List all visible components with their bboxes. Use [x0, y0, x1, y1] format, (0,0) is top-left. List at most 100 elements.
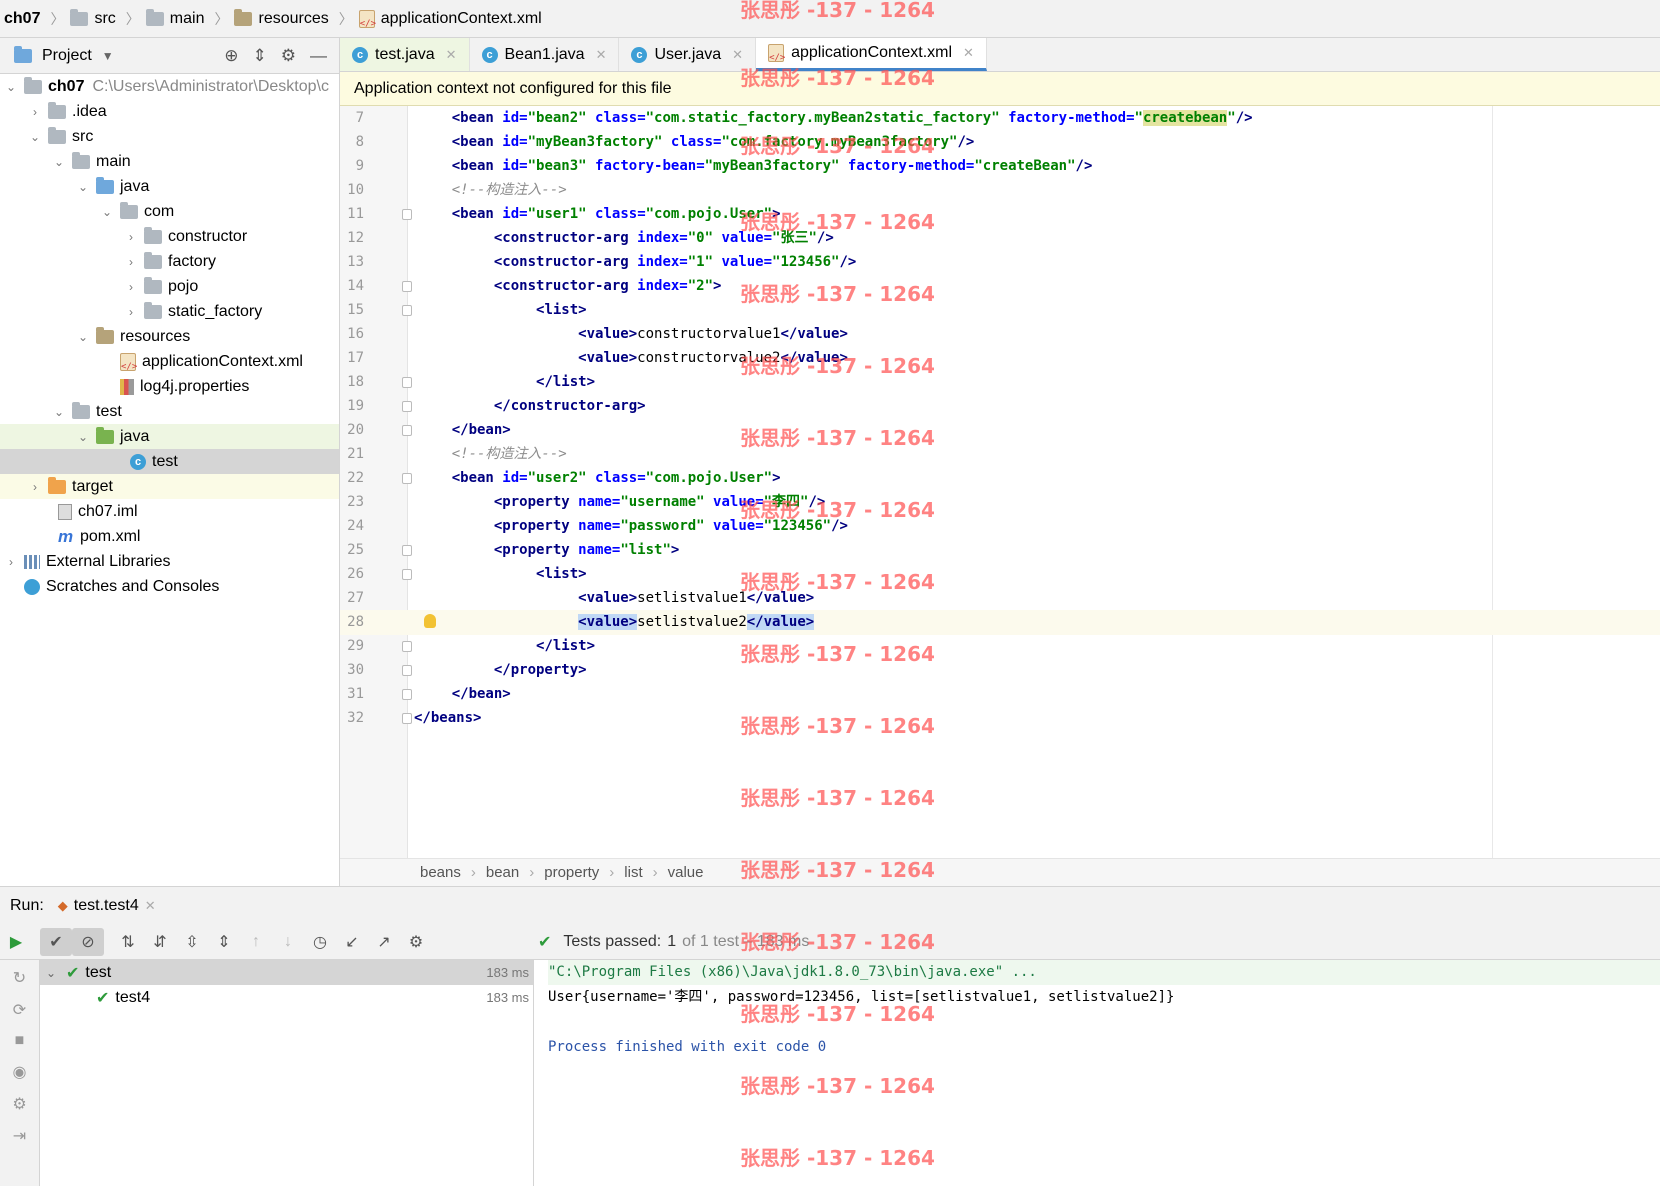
camera-icon[interactable]: ◉ — [13, 1062, 27, 1082]
breadcrumb-item-main[interactable]: main 〉 — [145, 8, 228, 29]
tree-item-ch07[interactable]: ⌄ ch07 C:\Users\Administrator\Desktop\c — [0, 74, 339, 99]
export-tests-icon[interactable]: ↗ — [368, 928, 400, 956]
exit-icon[interactable]: ⇥ — [13, 1126, 26, 1146]
chevron-right-icon[interactable]: › — [124, 255, 138, 269]
fold-icon[interactable] — [402, 401, 412, 412]
fold-icon[interactable] — [402, 281, 412, 292]
next-test-icon[interactable]: ↓ — [272, 928, 304, 956]
close-icon[interactable]: ✕ — [596, 47, 607, 63]
tree-item-log4j[interactable]: log4j.properties — [0, 374, 339, 399]
stop-icon[interactable]: ■ — [15, 1032, 25, 1050]
locate-icon[interactable]: ⊕ — [224, 46, 238, 66]
console-output[interactable]: "C:\Program Files (x86)\Java\jdk1.8.0_73… — [534, 960, 1660, 1186]
fold-icon[interactable] — [402, 473, 412, 484]
chevron-down-icon[interactable]: ⌄ — [52, 155, 66, 169]
chevron-down-icon[interactable]: ⌄ — [76, 180, 90, 194]
collapse-all-icon[interactable]: ⇕ — [208, 928, 240, 956]
tree-item-pom[interactable]: m pom.xml — [0, 524, 339, 549]
code-editor[interactable]: 7 <bean id="bean2" class="com.static_fac… — [340, 106, 1660, 858]
chevron-right-icon[interactable]: › — [28, 480, 42, 494]
structure-crumb[interactable]: beans — [420, 864, 461, 881]
structure-crumb[interactable]: value — [668, 864, 704, 881]
chevron-down-icon[interactable]: ⌄ — [4, 80, 18, 94]
tree-item-test-java[interactable]: ⌄ java — [0, 424, 339, 449]
show-passed-icon[interactable]: ✔ — [40, 927, 72, 956]
fold-icon[interactable] — [402, 209, 412, 220]
close-icon[interactable]: ✕ — [446, 47, 457, 63]
gear-icon[interactable]: ⚙ — [281, 46, 296, 66]
minimize-icon[interactable]: — — [310, 46, 327, 66]
fold-icon[interactable] — [402, 305, 412, 316]
tree-item-iml[interactable]: ch07.iml — [0, 499, 339, 524]
close-icon[interactable]: ✕ — [963, 45, 974, 61]
fold-icon[interactable] — [402, 689, 412, 700]
fold-icon[interactable] — [402, 569, 412, 580]
tree-item-com[interactable]: ⌄ com — [0, 199, 339, 224]
toggle-auto-test-icon[interactable]: ⟳ — [13, 1000, 26, 1020]
tree-item-test-class[interactable]: c test — [0, 449, 339, 474]
history-icon[interactable]: ◷ — [304, 928, 336, 956]
show-ignored-icon[interactable]: ⊘ — [72, 927, 104, 956]
breadcrumb-item-resources[interactable]: resources 〉 — [234, 8, 353, 29]
test-suite-row[interactable]: ⌄ ✔ test 183 ms — [40, 960, 533, 985]
tree-item-java[interactable]: ⌄ java — [0, 174, 339, 199]
tree-item-external-libraries[interactable]: › External Libraries — [0, 549, 339, 574]
tree-item-test[interactable]: ⌄ test — [0, 399, 339, 424]
chevron-down-icon[interactable]: ⌄ — [76, 330, 90, 344]
structure-crumb[interactable]: list — [624, 864, 642, 881]
rerun-failed-icon[interactable]: ↻ — [13, 968, 26, 988]
tab-applicationcontext-xml[interactable]: applicationContext.xml ✕ — [756, 38, 987, 71]
chevron-right-icon[interactable]: › — [4, 555, 18, 569]
chevron-right-icon[interactable]: › — [124, 305, 138, 319]
rerun-icon[interactable]: ▶ — [0, 928, 32, 956]
fold-icon[interactable] — [402, 665, 412, 676]
chevron-right-icon[interactable]: › — [124, 280, 138, 294]
structure-crumb[interactable]: bean — [486, 864, 519, 881]
settings-icon[interactable]: ⚙ — [12, 1094, 26, 1114]
tree-item-target[interactable]: › target — [0, 474, 339, 499]
tree-item-pojo[interactable]: › pojo — [0, 274, 339, 299]
chevron-down-icon[interactable]: ⌄ — [100, 205, 114, 219]
chevron-down-icon[interactable]: ⌄ — [52, 405, 66, 419]
sort-alphabetically-icon[interactable]: ⇅ — [112, 928, 144, 956]
tab-user-java[interactable]: c User.java ✕ — [619, 38, 757, 71]
run-tab[interactable]: ◆ test.test4 ✕ — [58, 897, 156, 915]
fold-icon[interactable] — [402, 425, 412, 436]
chevron-down-icon[interactable]: ⌄ — [28, 130, 42, 144]
close-icon[interactable]: ✕ — [732, 47, 743, 63]
gear-icon[interactable]: ⚙ — [400, 928, 432, 956]
collapse-all-icon[interactable]: ⇕ — [253, 46, 267, 66]
sort-by-duration-icon[interactable]: ⇵ — [144, 928, 176, 956]
import-tests-icon[interactable]: ↙ — [336, 928, 368, 956]
test-case-row[interactable]: ✔ test4 183 ms — [40, 985, 533, 1010]
tree-item-applicationcontext[interactable]: applicationContext.xml — [0, 349, 339, 374]
breadcrumb-item-file[interactable]: applicationContext.xml — [358, 9, 542, 29]
chevron-right-icon[interactable]: › — [124, 230, 138, 244]
tree-item-resources[interactable]: ⌄ resources — [0, 324, 339, 349]
fold-icon[interactable] — [402, 641, 412, 652]
folder-icon — [48, 101, 66, 119]
fold-icon[interactable] — [402, 545, 412, 556]
project-title[interactable]: Project — [42, 47, 92, 65]
structure-crumb[interactable]: property — [544, 864, 599, 881]
tree-item-static-factory[interactable]: › static_factory — [0, 299, 339, 324]
tree-item-constructor[interactable]: › constructor — [0, 224, 339, 249]
breadcrumb-item-src[interactable]: src 〉 — [70, 8, 140, 29]
previous-test-icon[interactable]: ↑ — [240, 928, 272, 956]
tree-item-main[interactable]: ⌄ main — [0, 149, 339, 174]
tree-item-src[interactable]: ⌄ src — [0, 124, 339, 149]
chevron-down-icon[interactable]: ⌄ — [46, 966, 66, 980]
expand-all-icon[interactable]: ⇳ — [176, 928, 208, 956]
tab-test-java[interactable]: c test.java ✕ — [340, 38, 470, 71]
tree-item-scratches[interactable]: Scratches and Consoles — [0, 574, 339, 599]
chevron-right-icon[interactable]: › — [28, 105, 42, 119]
tab-bean1-java[interactable]: c Bean1.java ✕ — [470, 38, 620, 71]
tree-item-factory[interactable]: › factory — [0, 249, 339, 274]
fold-icon[interactable] — [402, 713, 412, 724]
dropdown-arrow-icon[interactable]: ▼ — [102, 49, 114, 63]
close-icon[interactable]: ✕ — [145, 898, 156, 914]
chevron-down-icon[interactable]: ⌄ — [76, 430, 90, 444]
breadcrumb-item-ch07[interactable]: ch07 〉 — [4, 9, 64, 29]
tree-item-idea[interactable]: › .idea — [0, 99, 339, 124]
fold-icon[interactable] — [402, 377, 412, 388]
